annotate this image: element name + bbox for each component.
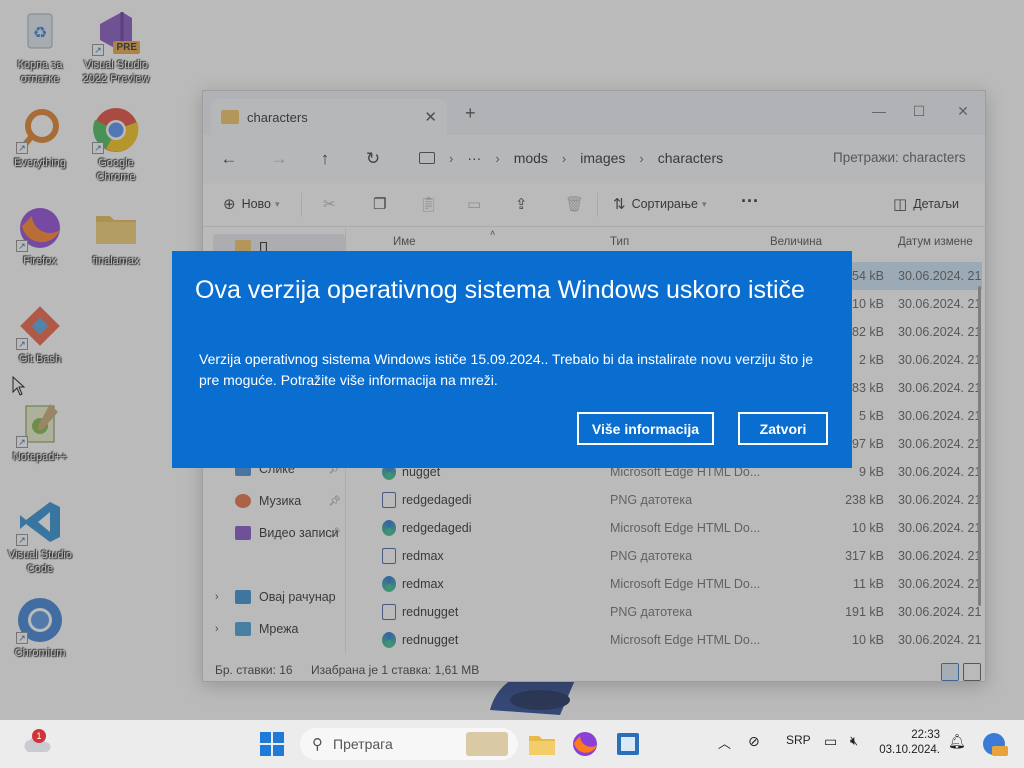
dialog-message: Verzija operativnog sistema Windows isti… [199, 351, 813, 388]
display-icon[interactable]: ▭ [824, 733, 837, 750]
network-disconnected-icon[interactable]: ⊘ [748, 733, 760, 750]
volume-muted-icon[interactable]: 🔇︎ [850, 733, 858, 749]
taskbar-search-placeholder: Претрага [333, 736, 393, 752]
notification-count-badge: 1 [32, 729, 46, 743]
notification-bell-icon[interactable]: 🔔︎ [948, 733, 966, 750]
file-explorer-taskbar-icon[interactable] [526, 728, 558, 760]
taskbar: ⚲ Претрага ︿ ⊘ SRP ▭ 🔇︎ 22:33 03.10.2024… [0, 720, 1024, 768]
clock-time: 22:33 [911, 729, 940, 741]
close-dialog-button[interactable]: Zatvori [738, 412, 828, 445]
firefox-taskbar-icon[interactable] [569, 728, 601, 760]
active-app-taskbar-icon[interactable] [612, 728, 644, 760]
windows-expiry-dialog: Ova verzija operativnog sistema Windows … [172, 251, 852, 468]
search-icon: ⚲ [312, 736, 323, 753]
start-button[interactable] [256, 728, 288, 760]
clock[interactable]: 22:33 03.10.2024. [878, 728, 940, 758]
chevron-up-icon[interactable]: ︿ [718, 733, 731, 752]
dialog-title: Ova verzija operativnog sistema Windows … [195, 276, 805, 304]
search-highlight-image [466, 732, 508, 756]
taskbar-search-input[interactable]: ⚲ Претрага [300, 728, 518, 760]
language-indicator[interactable]: SRP [786, 733, 811, 747]
more-info-button[interactable]: Više informacija [577, 412, 714, 445]
clock-date: 03.10.2024. [879, 744, 940, 756]
dev-app-tray-icon[interactable] [978, 728, 1010, 760]
